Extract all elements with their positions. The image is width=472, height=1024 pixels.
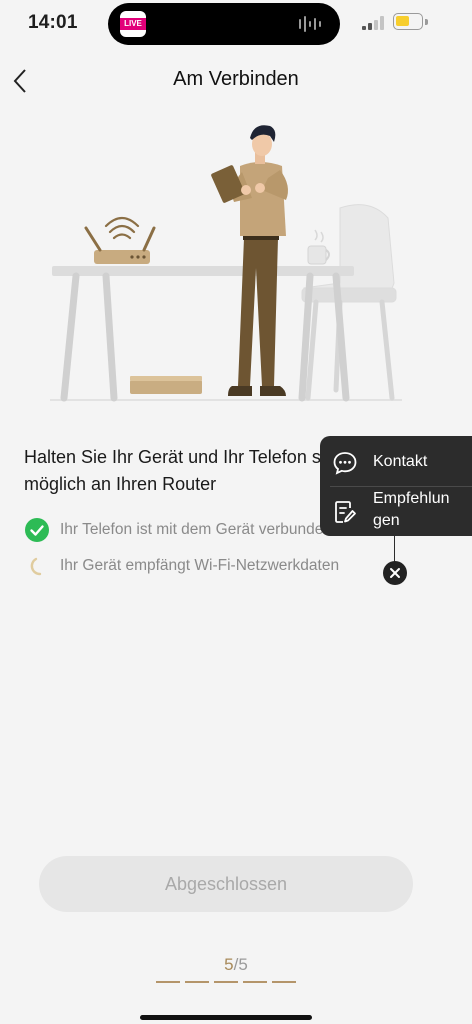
progress-dashes <box>156 981 296 984</box>
step-label: Ihr Telefon ist mit dem Gerät verbunden <box>60 521 332 538</box>
menu-connector <box>394 536 395 562</box>
close-icon <box>390 568 400 578</box>
close-menu-button[interactable] <box>383 561 407 585</box>
audio-wave-icon <box>299 16 321 32</box>
home-indicator <box>140 1015 312 1020</box>
recommendations-label-line1: Empfehlun <box>373 490 450 507</box>
status-bar: 14:01 LIVE <box>0 0 472 48</box>
spinner-icon <box>24 553 50 579</box>
total-steps: 5 <box>238 955 248 974</box>
recommendations-label: Empfehlun gen <box>373 488 450 532</box>
progress-dash <box>185 981 209 983</box>
dynamic-island: LIVE <box>108 3 340 45</box>
progress-dash <box>156 981 180 983</box>
step-label: Ihr Gerät empfängt Wi-Fi-Netzwerkdaten <box>60 557 340 574</box>
live-app-icon: LIVE <box>120 11 146 37</box>
done-button[interactable]: Abgeschlossen <box>39 856 413 912</box>
step-progress: 5/5 <box>0 955 472 975</box>
feedback-edit-icon <box>335 501 356 523</box>
contact-label: Kontakt <box>373 453 428 470</box>
live-app-label: LIVE <box>120 18 146 30</box>
progress-dash <box>243 981 267 983</box>
status-time: 14:01 <box>28 12 78 33</box>
progress-dash <box>214 981 238 983</box>
progress-dash <box>272 981 296 983</box>
battery-level <box>396 16 409 26</box>
contact-menu-item[interactable]: Kontakt <box>320 448 472 482</box>
person-router-illustration <box>50 125 402 402</box>
recommendations-menu-item[interactable]: Empfehlun gen <box>320 488 472 536</box>
menu-divider <box>330 486 472 487</box>
battery-icon <box>393 13 423 30</box>
step-row-wifi-data: Ihr Gerät empfängt Wi-Fi-Netzwerkdaten <box>24 553 444 579</box>
page-title: Am Verbinden <box>173 68 299 90</box>
chat-bubble-icon <box>333 452 357 475</box>
floating-help-menu: Kontakt Empfehlun gen <box>320 436 472 536</box>
cellular-signal-icon <box>362 16 384 30</box>
recommendations-label-line2: gen <box>373 512 400 529</box>
check-circle-icon <box>24 517 50 543</box>
battery-cap <box>425 19 428 25</box>
current-step: 5 <box>224 955 234 974</box>
